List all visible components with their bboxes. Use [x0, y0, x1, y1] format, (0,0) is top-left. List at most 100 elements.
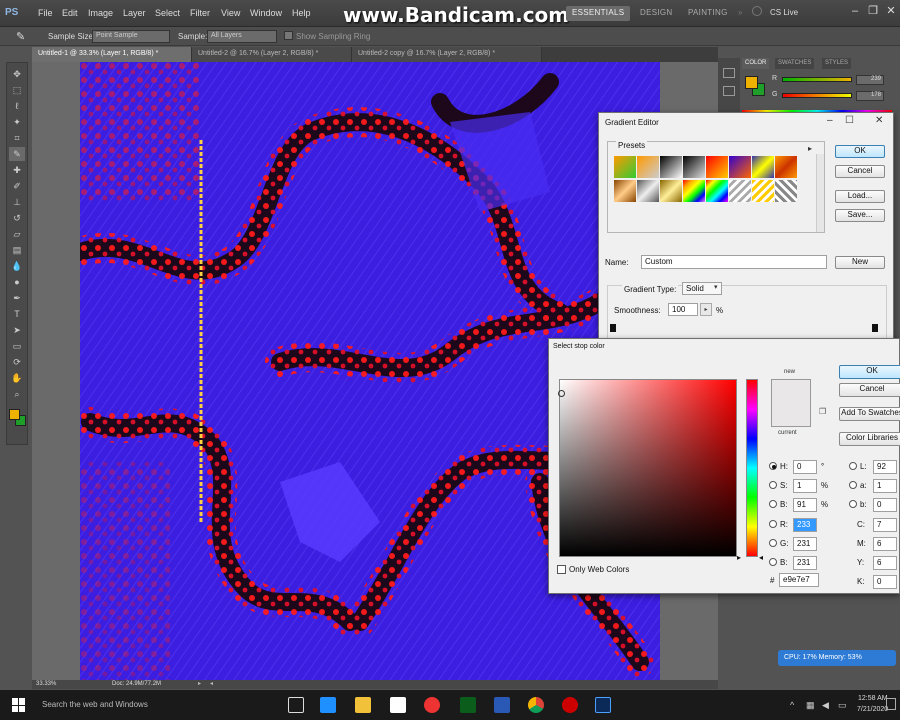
hue-slider-left-arrow-icon[interactable]: ▸ [737, 553, 741, 562]
status-arrow-icon[interactable]: ▸ [198, 680, 201, 687]
opera-icon[interactable] [424, 697, 440, 713]
lab-radio[interactable] [849, 481, 857, 489]
channel-g-value[interactable]: 178 [856, 91, 884, 101]
picker-ok-button[interactable]: OK [839, 365, 900, 379]
menu-edit[interactable]: Edit [62, 8, 78, 18]
chrome-icon[interactable] [528, 697, 544, 713]
close-icon[interactable]: ✕ [884, 4, 898, 18]
preset-swatch[interactable] [752, 179, 774, 202]
color-libraries-button[interactable]: Color Libraries [839, 432, 900, 446]
hue-slider-right-arrow-icon[interactable]: ◂ [759, 553, 763, 562]
add-to-swatches-button[interactable]: Add To Swatches [839, 407, 900, 421]
preset-swatch[interactable] [729, 179, 751, 202]
tab-swatches[interactable]: SWATCHES [775, 58, 815, 69]
preset-swatch[interactable] [729, 156, 751, 178]
cmyk-value-input[interactable]: 7 [873, 518, 897, 532]
tab-color[interactable]: COLOR [742, 58, 770, 69]
history-panel-icon[interactable] [723, 68, 735, 78]
load-button[interactable]: Load... [835, 190, 885, 203]
preset-swatch[interactable] [660, 179, 682, 202]
preset-swatch[interactable] [706, 156, 728, 178]
preset-swatch[interactable] [752, 156, 774, 178]
windows-start-icon[interactable] [12, 698, 26, 712]
restore-icon[interactable]: ❐ [866, 4, 880, 18]
cmyk-value-input[interactable]: 0 [873, 575, 897, 589]
preset-swatch[interactable] [637, 179, 659, 202]
rgb-value-input[interactable]: 231 [793, 537, 817, 551]
dialog-minimize-icon[interactable]: – [827, 115, 833, 126]
tab-untitled-2-copy[interactable]: Untitled-2 copy @ 16.7% (Layer 2, RGB/8)… [352, 47, 542, 62]
lab-value-input[interactable]: 92 [873, 460, 897, 474]
workspace-chevron-icon[interactable]: » [738, 8, 742, 17]
channel-g-slider[interactable] [782, 93, 852, 98]
rgb-radio[interactable] [769, 520, 777, 528]
menu-filter[interactable]: Filter [190, 8, 210, 18]
scroll-left-icon[interactable]: ◂ [210, 680, 213, 687]
cmyk-value-input[interactable]: 6 [873, 537, 897, 551]
opacity-stop-right[interactable] [872, 324, 878, 332]
actions-panel-icon[interactable] [723, 86, 735, 96]
notifications-icon[interactable] [886, 698, 896, 710]
hsb-radio[interactable] [769, 500, 777, 508]
tab-untitled-2[interactable]: Untitled-2 @ 16.7% (Layer 2, RGB/8) * [192, 47, 352, 62]
preset-swatch[interactable] [614, 156, 636, 178]
taskbar-search[interactable]: Search the web and Windows [42, 700, 148, 709]
menu-window[interactable]: Window [250, 8, 282, 18]
stamp-tool-icon[interactable]: ⊥ [9, 195, 25, 209]
channel-r-value[interactable]: 239 [856, 75, 884, 85]
history-brush-icon[interactable]: ↺ [9, 211, 25, 225]
hue-slider[interactable] [746, 379, 758, 557]
panel-foreground-swatch[interactable] [745, 76, 758, 89]
preset-swatch[interactable] [683, 156, 705, 178]
lab-value-input[interactable]: 1 [873, 479, 897, 493]
workspace-painting[interactable]: PAINTING [682, 6, 734, 21]
lasso-tool-icon[interactable]: ℓ [9, 99, 25, 113]
network-icon[interactable]: ▦ [806, 700, 815, 711]
pen-tool-icon[interactable]: ✒ [9, 291, 25, 305]
rgb-radio[interactable] [769, 539, 777, 547]
quick-select-tool-icon[interactable]: ✦ [9, 115, 25, 129]
presets-scrollbar[interactable] [816, 154, 824, 232]
color-field-marker[interactable] [558, 390, 565, 397]
cmyk-value-input[interactable]: 6 [873, 556, 897, 570]
move-tool-icon[interactable]: ✥ [9, 67, 25, 81]
workspace-essentials[interactable]: ESSENTIALS [566, 6, 631, 21]
tab-untitled-1[interactable]: Untitled-1 @ 33.3% (Layer 1, RGB/8) * [32, 47, 192, 62]
photoshop-taskbar-icon[interactable] [595, 697, 611, 713]
path-select-tool-icon[interactable]: ➤ [9, 323, 25, 337]
eraser-tool-icon[interactable]: ▱ [9, 227, 25, 241]
zoom-level[interactable]: 33.33% [36, 681, 56, 687]
task-view-icon[interactable] [288, 697, 304, 713]
opacity-stop-left[interactable] [610, 324, 616, 332]
foreground-color-swatch[interactable] [9, 409, 20, 420]
lab-value-input[interactable]: 0 [873, 498, 897, 512]
rgb-value-input[interactable]: 231 [793, 556, 817, 570]
type-tool-icon[interactable]: T [9, 307, 25, 321]
preset-swatch[interactable] [706, 179, 728, 202]
menu-layer[interactable]: Layer [123, 8, 146, 18]
healing-tool-icon[interactable]: ✚ [9, 163, 25, 177]
excel-icon[interactable] [460, 697, 476, 713]
color-field[interactable] [558, 379, 737, 557]
hsb-value-input[interactable]: 1 [793, 479, 817, 493]
eyedropper-icon[interactable]: ✎ [9, 147, 25, 161]
shape-tool-icon[interactable]: ▭ [9, 339, 25, 353]
clock-date[interactable]: 7/21/2020 [857, 706, 888, 713]
menu-view[interactable]: View [221, 8, 240, 18]
workspace-design[interactable]: DESIGN [634, 6, 678, 21]
preset-swatch[interactable] [637, 156, 659, 178]
smoothness-input[interactable]: 100 [668, 303, 698, 316]
rgb-value-input[interactable]: 233 [793, 518, 817, 532]
only-web-colors-checkbox[interactable] [557, 565, 566, 574]
dialog-maximize-icon[interactable]: ☐ [845, 115, 854, 126]
sample-size-select[interactable]: Point Sample [92, 30, 170, 43]
clock-time[interactable]: 12:58 AM [858, 695, 888, 702]
preset-swatch[interactable] [683, 179, 705, 202]
sampling-ring-checkbox[interactable] [284, 31, 293, 40]
cs-live-button[interactable]: CS Live [770, 8, 798, 17]
lab-radio[interactable] [849, 462, 857, 470]
tab-styles[interactable]: STYLES [822, 58, 852, 69]
hsb-radio[interactable] [769, 462, 777, 470]
smoothness-stepper-icon[interactable]: ▸ [700, 303, 712, 316]
rgb-radio[interactable] [769, 558, 777, 566]
